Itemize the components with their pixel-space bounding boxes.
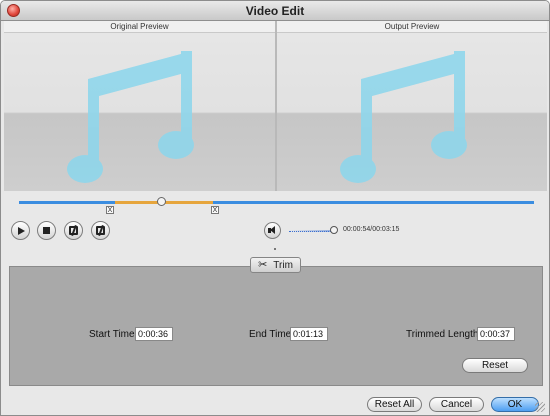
play-button[interactable] <box>11 221 30 240</box>
video-edit-window: Video Edit Original Preview Output Previ… <box>0 0 550 416</box>
start-time-label: Start Time <box>89 329 135 340</box>
output-preview-view <box>277 33 547 191</box>
stop-button[interactable] <box>37 221 56 240</box>
end-time-field[interactable]: 0:01:13 <box>290 327 328 341</box>
start-time-field[interactable]: 0:00:36 <box>135 327 173 341</box>
trimmed-length-field: 0:00:37 <box>477 327 515 341</box>
title-bar[interactable]: Video Edit <box>1 1 549 21</box>
trimmed-length-label: Trimmed Length <box>406 329 479 340</box>
timeline-track[interactable] <box>19 197 534 206</box>
ok-button[interactable]: OK <box>491 397 539 412</box>
trim-start-marker[interactable]: X <box>106 206 114 214</box>
time-display: 00:00:54/00:03:15 <box>343 226 400 233</box>
music-note-icon <box>340 51 467 183</box>
volume-slider[interactable] <box>289 230 333 232</box>
set-start-button[interactable] <box>64 221 83 240</box>
resize-grip[interactable] <box>535 402 545 412</box>
trim-end-marker[interactable]: X <box>211 206 219 214</box>
output-preview-label: Output Preview <box>277 21 547 33</box>
mark-in-icon <box>69 226 78 235</box>
cancel-button[interactable]: Cancel <box>429 397 484 412</box>
playhead-handle[interactable] <box>157 197 166 206</box>
volume-knob[interactable] <box>330 226 338 234</box>
tab-trim-label: Trim <box>273 259 293 271</box>
original-preview-label: Original Preview <box>4 21 275 33</box>
output-preview-pane: Output Preview <box>277 21 547 191</box>
separator-dot <box>274 248 276 250</box>
stop-icon <box>43 227 50 234</box>
scissors-icon: ✂ <box>258 258 268 271</box>
tab-trim[interactable]: ✂ Trim <box>250 257 301 273</box>
play-icon <box>18 226 25 235</box>
end-time-label: End Time <box>249 329 292 340</box>
music-note-icon <box>67 51 194 183</box>
set-end-button[interactable] <box>91 221 110 240</box>
preview-area: Original Preview Output Preview <box>4 21 547 191</box>
reset-all-button[interactable]: Reset All <box>367 397 422 412</box>
original-preview-view <box>4 33 275 191</box>
mark-out-icon <box>96 226 105 235</box>
window-title: Video Edit <box>245 4 305 18</box>
original-preview-pane: Original Preview <box>4 21 275 191</box>
volume-icon[interactable] <box>264 222 281 239</box>
reset-button[interactable]: Reset <box>462 358 528 373</box>
